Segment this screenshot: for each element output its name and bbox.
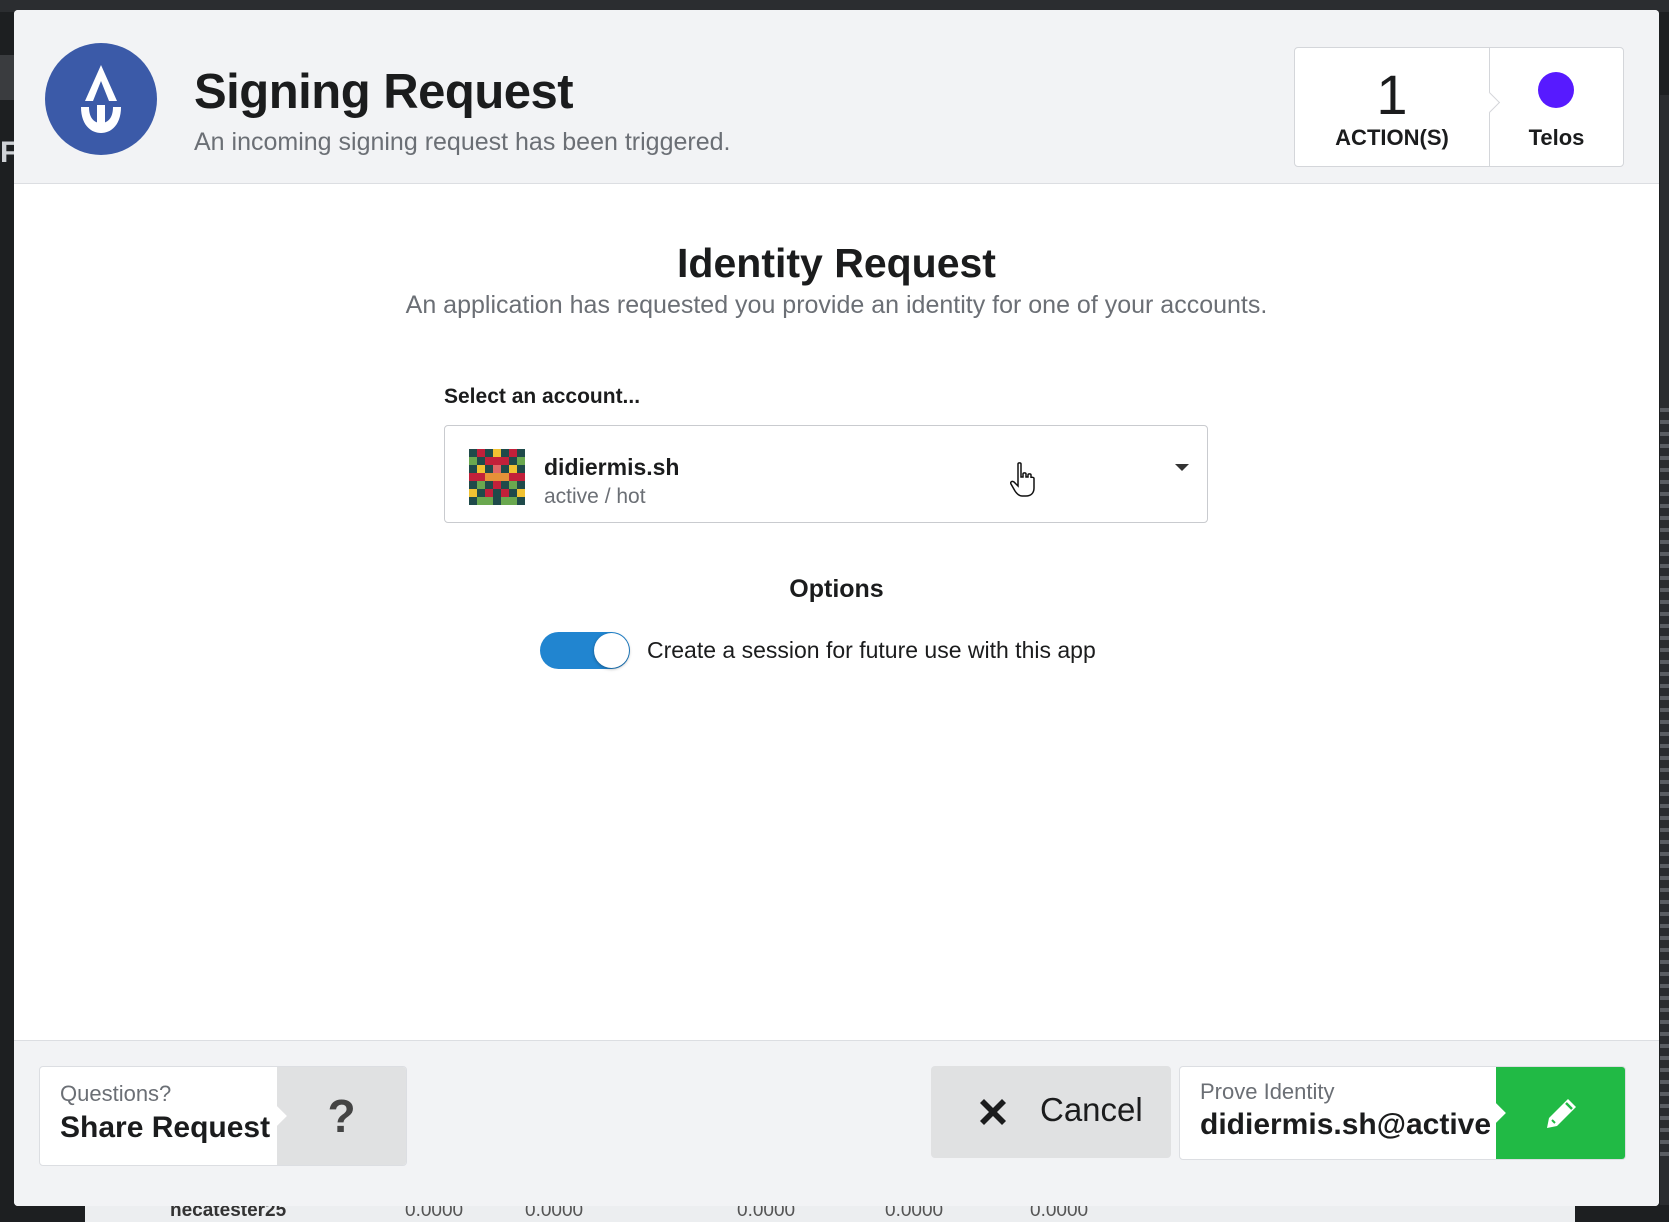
action-count: 1 [1376, 63, 1408, 126]
close-icon [980, 1099, 1006, 1125]
prove-identity-caption: Prove Identity [1200, 1079, 1335, 1104]
chain-logo-icon [1538, 72, 1574, 108]
sign-button[interactable] [1496, 1067, 1625, 1159]
action-count-step: 1 ACTION(S) [1295, 48, 1489, 166]
request-description: An application has requested you provide… [405, 291, 1268, 319]
signing-request-modal: Signing Request An incoming signing requ… [14, 10, 1659, 1206]
share-request-label: Share Request [60, 1111, 271, 1144]
pencil-icon [1547, 1099, 1576, 1128]
request-title: Identity Request [677, 240, 996, 286]
selected-account-permission: active / hot [544, 485, 646, 508]
session-toggle-label: Create a session for future use with thi… [647, 637, 1096, 663]
share-request-button[interactable]: Questions? Share Request ? [39, 1066, 407, 1166]
help-button[interactable]: ? [277, 1067, 406, 1165]
share-request-caption: Questions? [60, 1081, 172, 1106]
selected-account-name: didiermis.sh [544, 454, 680, 480]
cancel-button[interactable]: Cancel [931, 1066, 1171, 1158]
chain-name: Telos [1528, 125, 1585, 150]
modal-title: Signing Request [194, 65, 574, 119]
chain-step: Telos [1490, 48, 1623, 166]
cancel-button-label: Cancel [1040, 1091, 1143, 1128]
caret-down-icon [1175, 464, 1189, 471]
background-right-stripes [1660, 400, 1669, 1160]
account-select-dropdown[interactable]: didiermis.sh active / hot [444, 425, 1208, 523]
modal-subtitle: An incoming signing request has been tri… [194, 128, 731, 156]
prove-identity-button[interactable]: Prove Identity didiermis.sh@active [1179, 1066, 1626, 1160]
question-mark-icon: ? [327, 1090, 356, 1142]
session-toggle[interactable] [540, 632, 630, 669]
modal-footer: Questions? Share Request ? Cancel Prove … [14, 1040, 1659, 1206]
hand-cursor-icon [1010, 462, 1035, 497]
options-title: Options [789, 575, 884, 603]
account-select-label: Select an account... [444, 385, 641, 408]
request-summary: 1 ACTION(S) Telos [1294, 47, 1624, 167]
modal-header: Signing Request An incoming signing requ… [14, 10, 1659, 184]
background-sidebar-strip [0, 55, 14, 100]
toggle-knob [594, 633, 629, 668]
anchor-logo-icon [45, 43, 157, 155]
action-count-label: ACTION(S) [1335, 125, 1449, 150]
prove-identity-account: didiermis.sh@active [1200, 1108, 1492, 1141]
account-avatar [469, 449, 525, 505]
